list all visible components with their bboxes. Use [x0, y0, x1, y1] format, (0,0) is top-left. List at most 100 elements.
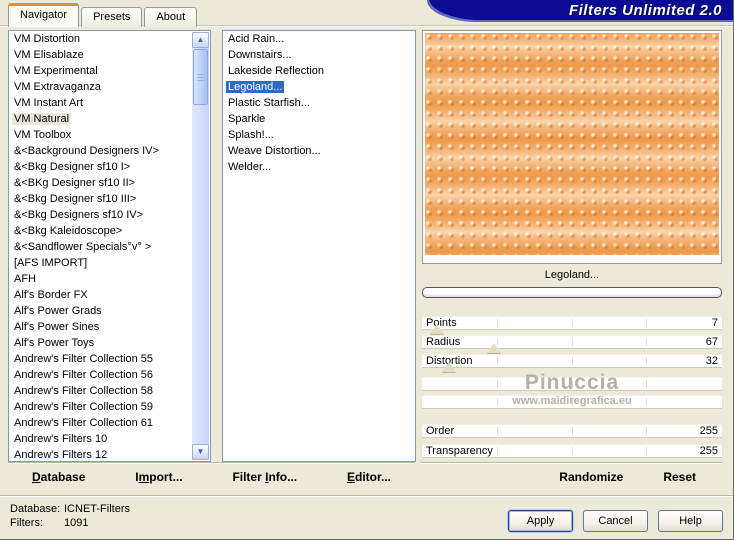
- list-item[interactable]: &<Bkg Designer sf10 III>: [9, 191, 210, 207]
- list-item-label: Acid Rain...: [228, 33, 285, 45]
- list-item[interactable]: VM Distortion: [9, 31, 210, 47]
- list-item[interactable]: Acid Rain...: [223, 31, 415, 47]
- list-item-label: &<Bkg Designer sf10 I>: [14, 161, 131, 173]
- list-item-label: VM Toolbox: [14, 129, 72, 141]
- list-item[interactable]: VM Elisablaze: [9, 47, 210, 63]
- slider-order[interactable]: Order 255: [422, 424, 722, 438]
- category-listbox[interactable]: VM Distortion VM Elisablaze VM Experimenta…: [8, 30, 211, 462]
- scrollbar-thumb[interactable]: [193, 49, 208, 105]
- list-item[interactable]: Alf's Power Grads: [9, 303, 210, 319]
- reset-button[interactable]: Reset: [663, 470, 696, 484]
- tab-presets[interactable]: Presets: [81, 7, 143, 27]
- list-item[interactable]: &<Bkg Designers sf10 IV>: [9, 207, 210, 223]
- scroll-up-icon[interactable]: ▲: [192, 32, 209, 48]
- list-item[interactable]: &<BKg Designer sf10 II>: [9, 175, 210, 191]
- list-item-label: Plastic Starfish...: [228, 97, 310, 109]
- list-item[interactable]: Splash!...: [223, 127, 415, 143]
- category-scrollbar[interactable]: ▲ ▼: [192, 32, 209, 460]
- list-item-label: VM Instant Art: [14, 97, 84, 109]
- help-button[interactable]: Help: [658, 510, 723, 532]
- list-item[interactable]: Andrew's Filter Collection 61: [9, 415, 210, 431]
- tab-navigator[interactable]: Navigator: [8, 3, 80, 27]
- database-label: Database:: [10, 503, 61, 515]
- list-item-label: VM Elisablaze: [14, 49, 84, 61]
- list-item[interactable]: Welder...: [223, 159, 415, 175]
- selected-filter-name: Legoland...: [544, 269, 600, 281]
- list-item-label: Andrew's Filter Collection 58: [14, 385, 154, 397]
- list-item[interactable]: &<Bkg Designer sf10 I>: [9, 159, 210, 175]
- database-button[interactable]: Database: [32, 470, 85, 484]
- list-item-label: &<BKg Designer sf10 II>: [14, 177, 136, 189]
- slider-thumb-icon[interactable]: [487, 343, 501, 353]
- list-item[interactable]: Plastic Starfish...: [223, 95, 415, 111]
- list-item-label: Andrew's Filters 10: [14, 433, 108, 445]
- list-item-label: [AFS IMPORT]: [14, 257, 88, 269]
- list-item[interactable]: VM Toolbox: [9, 127, 210, 143]
- list-item[interactable]: &<Sandflower Specials°v° >: [9, 239, 210, 255]
- preview-box[interactable]: [422, 30, 722, 264]
- command-bar-right: Randomize Reset: [420, 462, 722, 491]
- list-item[interactable]: Andrew's Filter Collection 58: [9, 383, 210, 399]
- apply-button[interactable]: Apply: [508, 510, 573, 532]
- slider-radius[interactable]: Radius 67: [422, 335, 722, 349]
- scroll-down-icon[interactable]: ▼: [192, 444, 209, 460]
- list-item[interactable]: Sparkle: [223, 111, 415, 127]
- preview-panel: Legoland... Points 7 Radius 67 Distortion 32 O…: [422, 0, 722, 540]
- list-item[interactable]: VM Natural: [9, 111, 210, 127]
- list-item-label: Andrew's Filter Collection 61: [14, 417, 154, 429]
- list-item-label: &<Bkg Designers sf10 IV>: [14, 209, 144, 221]
- filters-value: 1091: [64, 517, 89, 529]
- filter-info-button[interactable]: Filter Info...: [232, 470, 297, 484]
- list-item[interactable]: VM Instant Art: [9, 95, 210, 111]
- tab-about[interactable]: About: [144, 7, 198, 27]
- list-item-label: Welder...: [228, 161, 272, 173]
- editor-button[interactable]: Editor...: [347, 470, 391, 484]
- list-item-label: Andrew's Filters 12: [14, 449, 108, 461]
- list-item[interactable]: Andrew's Filter Collection 59: [9, 399, 210, 415]
- list-item-label: VM Natural: [12, 113, 72, 125]
- slider-transparency[interactable]: Transparency 255: [422, 444, 722, 458]
- list-item[interactable]: &<Background Designers IV>: [9, 143, 210, 159]
- status-bar: Database: ICNET-Filters Filters: 1091 Ap…: [0, 496, 734, 540]
- list-item[interactable]: Downstairs...: [223, 47, 415, 63]
- randomize-button[interactable]: Randomize: [559, 470, 623, 484]
- slider-thumb-icon[interactable]: [430, 324, 444, 334]
- slider-value: 255: [699, 445, 718, 457]
- app-title: Filters Unlimited 2.0: [568, 2, 722, 19]
- list-item[interactable]: VM Experimental: [9, 63, 210, 79]
- filter-listbox[interactable]: Acid Rain... Downstairs... Lakeside Reflec…: [222, 30, 416, 462]
- list-item-label: Alf's Power Toys: [14, 337, 95, 349]
- list-item[interactable]: Andrew's Filter Collection 55: [9, 351, 210, 367]
- category-items: VM Distortion VM Elisablaze VM Experimenta…: [9, 31, 210, 461]
- list-item[interactable]: &<Bkg Kaleidoscope>: [9, 223, 210, 239]
- list-item-label: Andrew's Filter Collection 55: [14, 353, 154, 365]
- list-item[interactable]: VM Extravaganza: [9, 79, 210, 95]
- slider-value: 7: [711, 317, 718, 329]
- cancel-button[interactable]: Cancel: [583, 510, 648, 532]
- slider-label: Transparency: [426, 445, 493, 457]
- watermark-name: Pinuccia: [524, 371, 620, 394]
- list-item[interactable]: AFH: [9, 271, 210, 287]
- list-item-label: Legoland...: [226, 81, 285, 93]
- list-item-label: Alf's Power Grads: [14, 305, 102, 317]
- list-item[interactable]: Andrew's Filter Collection 56: [9, 367, 210, 383]
- list-item[interactable]: Alf's Power Toys: [9, 335, 210, 351]
- import-button[interactable]: Import...: [135, 470, 182, 484]
- list-item[interactable]: Andrew's Filters 12: [9, 447, 210, 461]
- list-item-label: Andrew's Filter Collection 56: [14, 369, 154, 381]
- slider-points[interactable]: Points 7: [422, 316, 722, 330]
- list-item-label: Sparkle: [228, 113, 266, 125]
- list-item-label: Andrew's Filter Collection 59: [14, 401, 154, 413]
- list-item-label: AFH: [14, 273, 36, 285]
- list-item[interactable]: Lakeside Reflection: [223, 63, 415, 79]
- filter-items: Acid Rain... Downstairs... Lakeside Reflec…: [223, 31, 415, 175]
- list-item[interactable]: Alf's Power Sines: [9, 319, 210, 335]
- list-item[interactable]: Alf's Border FX: [9, 287, 210, 303]
- list-item-label: Lakeside Reflection: [228, 65, 325, 77]
- slider-distortion[interactable]: Distortion 32: [422, 354, 722, 368]
- list-item[interactable]: [AFS IMPORT]: [9, 255, 210, 271]
- list-item-label: Splash!...: [228, 129, 274, 141]
- list-item[interactable]: Andrew's Filters 10: [9, 431, 210, 447]
- list-item[interactable]: Legoland...: [223, 79, 415, 95]
- list-item[interactable]: Weave Distortion...: [223, 143, 415, 159]
